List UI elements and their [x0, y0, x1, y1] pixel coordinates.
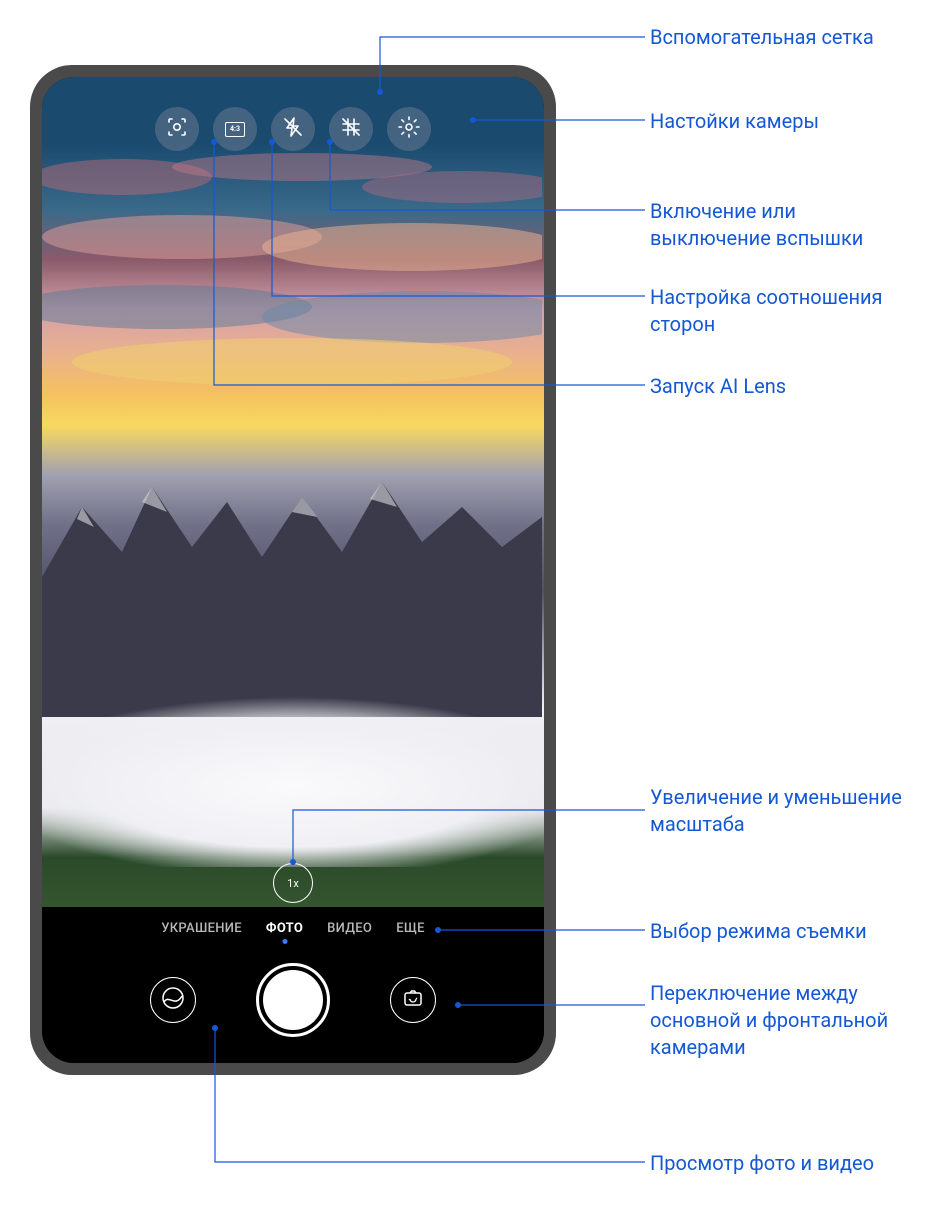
callout-gallery: Просмотр фото и видео: [650, 1150, 874, 1177]
aspect-ratio-button[interactable]: 4:3: [213, 107, 257, 151]
mode-more[interactable]: ЕЩЕ: [396, 921, 425, 936]
tablet-frame: 4:3: [30, 65, 556, 1075]
callout-mode-select: Выбор режима съемки: [650, 918, 867, 945]
gallery-thumbnail-icon: [161, 986, 185, 1014]
callout-settings: Настойки камеры: [650, 108, 819, 135]
flash-off-icon: [281, 115, 305, 143]
aspect-ratio-label: 4:3: [230, 125, 240, 133]
sky-clouds-decoration: [42, 147, 542, 407]
gallery-button[interactable]: [150, 977, 196, 1023]
low-clouds-decoration: [42, 667, 544, 867]
screen: 4:3: [42, 77, 544, 1063]
mode-selector[interactable]: УКРАШЕНИЕ ФОТО ВИДЕО ЕЩЕ: [42, 921, 544, 936]
callout-aspect: Настройка соотношения сторон: [650, 284, 920, 338]
callout-switch-cam: Переключение между основной и фронтально…: [650, 980, 920, 1061]
mode-video[interactable]: ВИДЕО: [327, 921, 372, 936]
shutter-button[interactable]: [256, 963, 330, 1037]
switch-camera-button[interactable]: [390, 977, 436, 1023]
ai-lens-icon: [165, 115, 189, 143]
switch-camera-icon: [401, 986, 425, 1014]
callout-flash: Включение или выключение вспышки: [650, 198, 920, 252]
zoom-button[interactable]: 1x: [273, 863, 313, 903]
shutter-inner: [263, 970, 323, 1030]
callout-ailens: Запуск AI Lens: [650, 373, 786, 400]
grid-off-icon: [339, 115, 363, 143]
flash-button[interactable]: [271, 107, 315, 151]
mode-photo[interactable]: ФОТО: [266, 921, 303, 936]
aspect-ratio-icon: 4:3: [223, 117, 247, 141]
grid-button[interactable]: [329, 107, 373, 151]
settings-button[interactable]: [387, 107, 431, 151]
top-toolbar: 4:3: [42, 107, 544, 151]
callout-grid: Вспомогательная сетка: [650, 24, 874, 51]
callout-zoom: Увеличение и уменьшение масштаба: [650, 784, 910, 838]
ai-lens-button[interactable]: [155, 107, 199, 151]
zoom-label: 1x: [287, 877, 299, 890]
viewfinder: 4:3: [42, 77, 544, 907]
shutter-controls: [42, 963, 544, 1037]
gear-icon: [397, 115, 421, 143]
bottom-bar: УКРАШЕНИЕ ФОТО ВИДЕО ЕЩЕ: [42, 907, 544, 1063]
mode-beauty[interactable]: УКРАШЕНИЕ: [161, 921, 242, 936]
